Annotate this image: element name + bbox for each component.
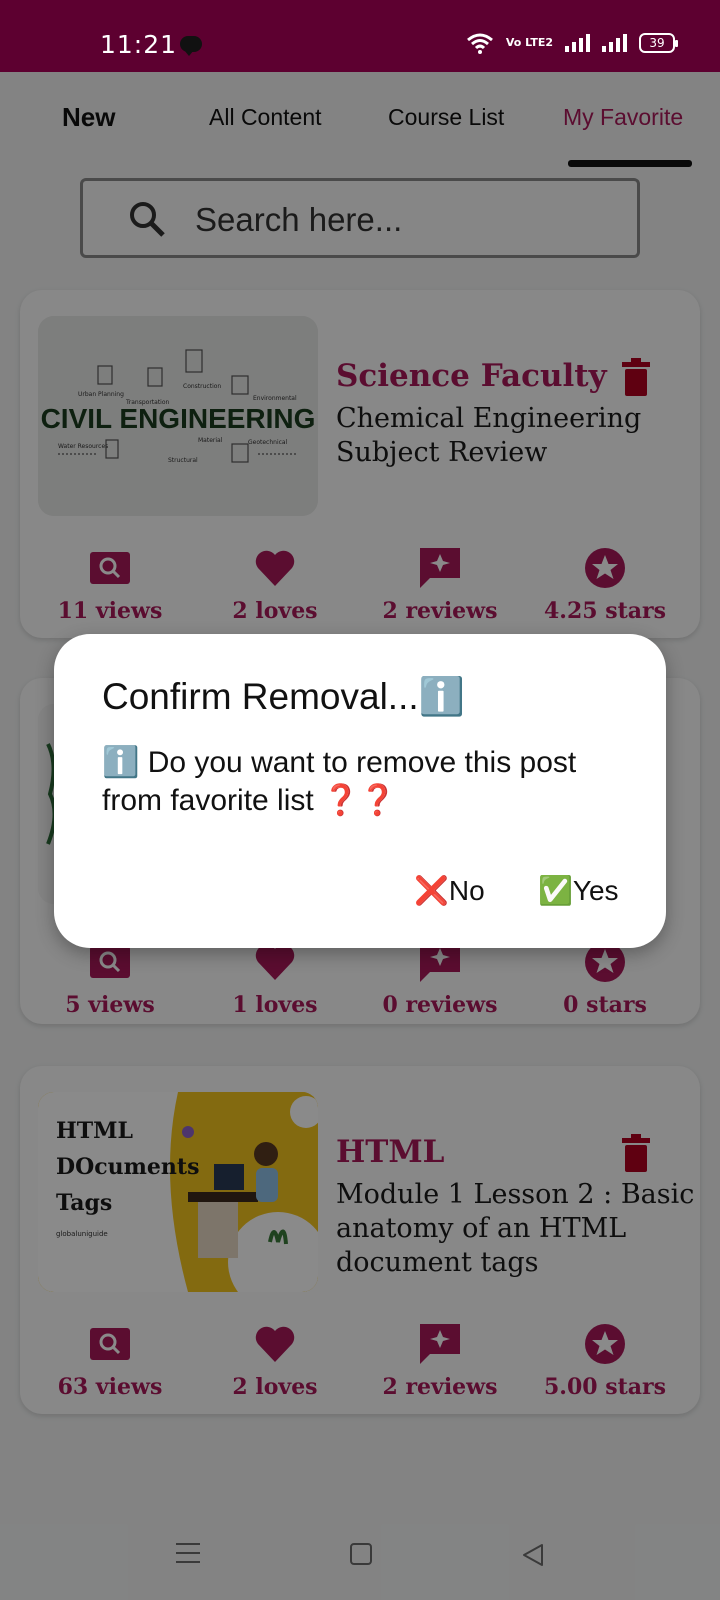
dialog-title: Confirm Removal...ℹ️ <box>102 676 465 717</box>
wifi-icon <box>466 33 493 54</box>
system-nav-bar <box>0 1500 720 1600</box>
status-time: 11:21 <box>100 30 178 59</box>
yes-button[interactable]: ✅Yes <box>538 874 619 907</box>
signal-2-icon <box>602 34 627 52</box>
signal-1-icon <box>565 34 590 52</box>
dialog-message: ℹ️ Do you want to remove this post from … <box>102 746 577 817</box>
battery-icon: 39 <box>639 33 678 53</box>
back-icon[interactable] <box>520 1542 546 1568</box>
status-bar: 11:21 Vo LTE2 39 <box>0 0 720 72</box>
recent-apps-icon[interactable] <box>176 1543 200 1565</box>
volte-indicator: Vo LTE2 <box>505 36 553 49</box>
no-button[interactable]: ❌No <box>414 874 485 907</box>
home-icon[interactable] <box>350 1543 372 1565</box>
message-notification-icon <box>180 36 202 56</box>
confirm-removal-dialog: Confirm Removal...ℹ️ ℹ️ Do you want to r… <box>54 634 666 948</box>
